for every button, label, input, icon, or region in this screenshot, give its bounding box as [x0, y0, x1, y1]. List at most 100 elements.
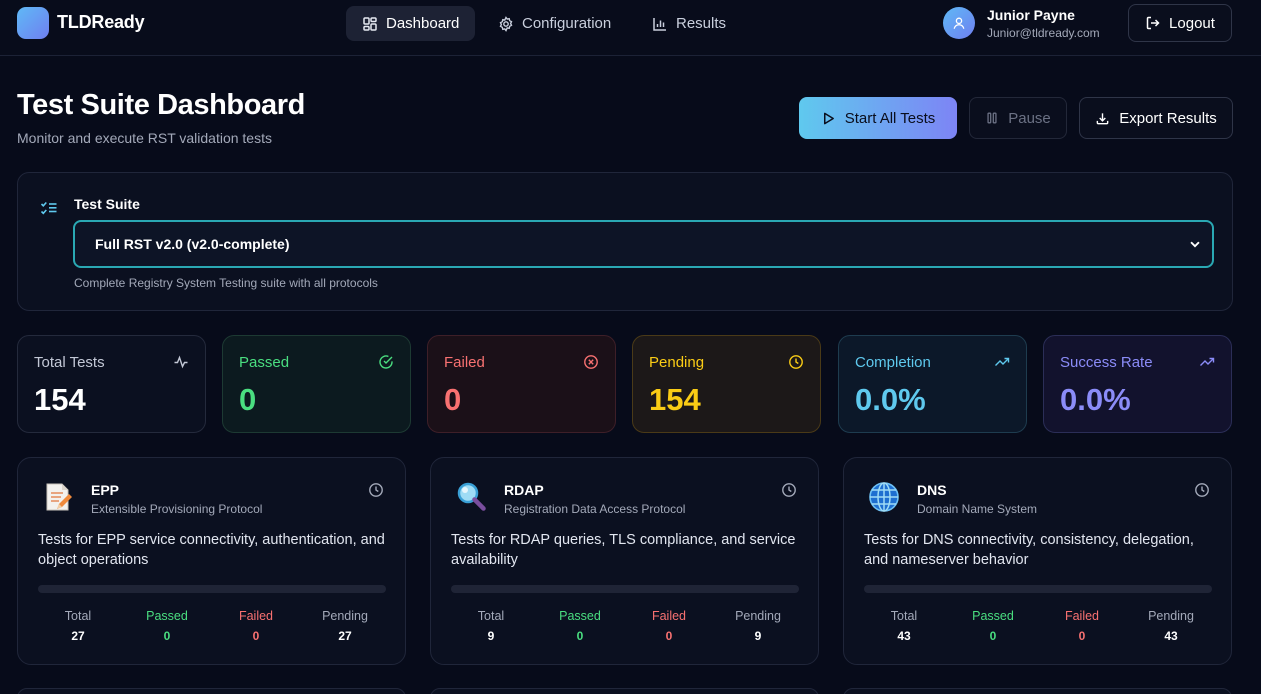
start-all-tests-label: Start All Tests [844, 109, 936, 127]
count-total-value: 43 [897, 629, 911, 643]
protocol-card-rdap[interactable]: RDAP Registration Data Access Protocol T… [430, 457, 819, 665]
magnifier-icon [457, 482, 486, 511]
pause-button[interactable]: Pause [969, 97, 1067, 139]
protocol-name: DNS [917, 482, 947, 498]
count-failed: Failed 0 [624, 609, 714, 643]
stat-card-total-tests: Total Tests 154 [17, 335, 206, 433]
gear-icon [499, 15, 513, 32]
count-passed-label: Passed [972, 609, 1014, 623]
grid-icon [363, 16, 377, 31]
protocol-card-partial[interactable] [843, 688, 1232, 694]
nav-configuration[interactable]: Configuration [482, 6, 627, 41]
avatar[interactable] [943, 7, 975, 39]
count-failed: Failed 0 [1037, 609, 1127, 643]
clock-icon [789, 355, 803, 369]
count-failed-value: 0 [252, 629, 260, 643]
stat-label: Failed [444, 354, 485, 371]
count-pending-value: 27 [338, 629, 352, 643]
count-pending-value: 43 [1164, 629, 1178, 643]
test-suite-card: Test Suite Full RST v2.0 (v2.0-complete)… [17, 172, 1233, 311]
test-suite-label: Test Suite [74, 196, 140, 212]
top-navbar: TLDReady Dashboard Configuration Results… [0, 0, 1261, 56]
count-pending-label: Pending [322, 609, 368, 623]
count-failed-value: 0 [1078, 629, 1086, 643]
count-total-label: Total [890, 609, 918, 623]
nav-configuration-label: Configuration [522, 15, 612, 32]
stat-card-completion: Completion 0.0% [838, 335, 1027, 433]
count-passed: Passed 0 [535, 609, 625, 643]
export-results-label: Export Results [1119, 109, 1217, 127]
count-passed: Passed 0 [948, 609, 1038, 643]
count-total: Total 43 [859, 609, 949, 643]
count-total-label: Total [477, 609, 505, 623]
x-circle-icon [584, 355, 598, 369]
nav-results[interactable]: Results [636, 6, 742, 41]
stat-card-success-rate: Success Rate 0.0% [1043, 335, 1232, 433]
count-failed-label: Failed [651, 609, 687, 623]
download-icon [1096, 112, 1109, 124]
count-passed: Passed 0 [122, 609, 212, 643]
stat-label: Success Rate [1060, 354, 1153, 371]
logo-icon [17, 7, 49, 39]
stat-value: 154 [34, 382, 86, 417]
protocol-description: Tests for EPP service connectivity, auth… [38, 532, 385, 568]
test-suite-selected-value: Full RST v2.0 (v2.0-complete) [95, 236, 290, 252]
bar-chart-icon [653, 17, 666, 31]
progress-bar [864, 585, 1212, 593]
nav-dashboard-label: Dashboard [386, 15, 460, 32]
count-total: Total 9 [446, 609, 536, 643]
nav-results-label: Results [676, 15, 727, 32]
stat-label: Total Tests [34, 354, 105, 371]
protocol-description: Tests for DNS connectivity, consistency,… [864, 532, 1194, 568]
test-suite-select[interactable]: Full RST v2.0 (v2.0-complete) [73, 220, 1214, 268]
protocol-description: Tests for RDAP queries, TLS compliance, … [451, 532, 796, 568]
count-total-value: 9 [487, 629, 495, 643]
clock-icon [1195, 483, 1209, 497]
count-pending-value: 9 [754, 629, 762, 643]
chevron-down-icon [1190, 241, 1200, 248]
progress-bar [38, 585, 386, 593]
start-all-tests-button[interactable]: Start All Tests [799, 97, 957, 139]
protocol-card-partial[interactable] [17, 688, 406, 694]
stat-label: Completion [855, 354, 931, 371]
count-failed-value: 0 [665, 629, 673, 643]
stat-label: Pending [649, 354, 705, 371]
checklist-icon [40, 201, 57, 215]
pause-icon [987, 112, 997, 124]
user-icon [953, 17, 965, 29]
logout-icon [1146, 16, 1160, 30]
stat-value: 154 [649, 382, 701, 417]
count-failed: Failed 0 [211, 609, 301, 643]
protocol-full-name: Extensible Provisioning Protocol [91, 502, 263, 516]
page-subtitle: Monitor and execute RST validation tests [17, 130, 272, 146]
count-passed-value: 0 [989, 629, 997, 643]
count-total-label: Total [64, 609, 92, 623]
protocol-card-partial[interactable] [430, 688, 819, 694]
count-total: Total 27 [33, 609, 123, 643]
protocol-card-dns[interactable]: DNS Domain Name System Tests for DNS con… [843, 457, 1232, 665]
stat-card-passed: Passed 0 [222, 335, 411, 433]
export-results-button[interactable]: Export Results [1079, 97, 1233, 139]
clock-icon [782, 483, 796, 497]
count-passed-label: Passed [146, 609, 188, 623]
count-passed-value: 0 [163, 629, 171, 643]
play-icon [823, 112, 834, 124]
count-passed-label: Passed [559, 609, 601, 623]
user-email: Junior@tldready.com [987, 26, 1100, 40]
count-pending-label: Pending [735, 609, 781, 623]
count-passed-value: 0 [576, 629, 584, 643]
nav-dashboard[interactable]: Dashboard [346, 6, 476, 41]
stat-value: 0 [239, 382, 257, 417]
app-name: TLDReady [57, 12, 145, 32]
pause-label: Pause [1008, 109, 1051, 127]
test-suite-description: Complete Registry System Testing suite w… [74, 276, 378, 290]
globe-icon [869, 482, 899, 512]
stat-value: 0.0% [1060, 382, 1131, 417]
logout-button[interactable]: Logout [1128, 4, 1232, 42]
protocol-name: RDAP [504, 482, 544, 498]
protocol-full-name: Registration Data Access Protocol [504, 502, 686, 516]
protocol-card-epp[interactable]: EPP Extensible Provisioning Protocol Tes… [17, 457, 406, 665]
stat-value: 0.0% [855, 382, 926, 417]
activity-icon [174, 355, 188, 369]
count-total-value: 27 [71, 629, 85, 643]
